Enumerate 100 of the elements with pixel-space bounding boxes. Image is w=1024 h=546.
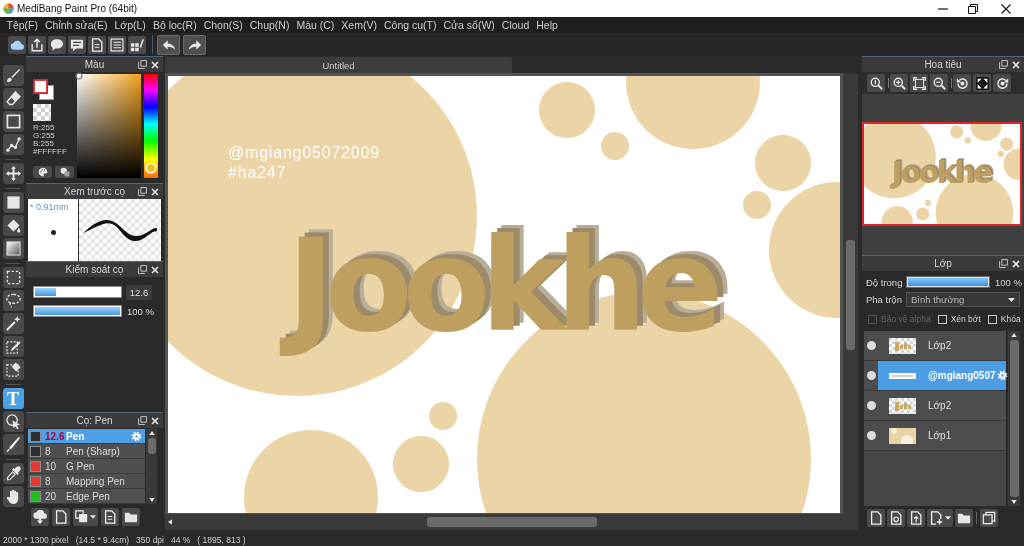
brush-item[interactable]: 8 Mapping Pen <box>28 474 145 489</box>
select-eraser-tool-button[interactable] <box>2 359 24 380</box>
foreground-color-swatch-icon[interactable] <box>33 79 48 94</box>
undock-icon[interactable] <box>138 60 147 69</box>
scrollbar[interactable] <box>146 429 157 504</box>
list-button[interactable] <box>108 35 126 54</box>
document-tab[interactable]: Untitled <box>165 57 512 73</box>
zoom-out-button[interactable] <box>930 74 948 92</box>
color-set-button[interactable] <box>55 166 74 178</box>
transparent-swatch-icon[interactable] <box>33 104 51 121</box>
brush-item[interactable]: 20 Edge Pen <box>28 489 145 504</box>
pointer-tool-button[interactable] <box>2 411 24 432</box>
scrollbar-thumb[interactable] <box>1009 340 1019 497</box>
speech-bubble-button[interactable] <box>48 35 66 54</box>
hue-slider[interactable] <box>144 74 158 178</box>
duplicate-button[interactable] <box>980 508 998 527</box>
cloud-download-button[interactable] <box>31 507 49 526</box>
zoom-in-button[interactable] <box>890 74 908 92</box>
undock-icon[interactable] <box>999 259 1008 268</box>
menu-item[interactable]: Xem(V) <box>337 17 381 33</box>
color-marker-icon[interactable] <box>75 72 83 80</box>
color-field[interactable] <box>77 74 141 178</box>
zoom-reset-button[interactable] <box>867 74 885 92</box>
gradient-tool-button[interactable] <box>2 238 24 259</box>
undock-icon[interactable] <box>138 187 147 196</box>
gear-icon[interactable] <box>996 370 1008 381</box>
copy-button[interactable] <box>73 507 98 526</box>
document-button[interactable] <box>101 507 119 526</box>
undo-button[interactable] <box>157 34 180 55</box>
visibility-icon[interactable] <box>866 341 876 350</box>
hand-tool-button[interactable] <box>2 486 24 507</box>
scroll-up-icon[interactable] <box>148 431 155 435</box>
rectangle-tool-button[interactable] <box>2 111 24 132</box>
layer-item[interactable]: Lớp2 <box>864 331 1006 361</box>
fullscreen-button[interactable] <box>973 74 991 92</box>
rotate-right-button[interactable] <box>993 74 1011 92</box>
magic-wand-tool-button[interactable] <box>2 313 24 334</box>
move-tool-button[interactable] <box>2 163 24 184</box>
menu-item[interactable]: Lớp(L) <box>110 17 150 33</box>
scroll-left-icon[interactable] <box>168 519 172 525</box>
cloud-button[interactable] <box>8 35 26 54</box>
folder-button[interactable] <box>122 507 140 526</box>
select-tool-button[interactable] <box>2 267 24 288</box>
visibility-icon[interactable] <box>866 401 876 410</box>
grid-button[interactable] <box>128 35 146 54</box>
layer-item[interactable]: Lớp1 <box>864 421 1006 451</box>
menu-item[interactable]: Cửa sổ(W) <box>439 17 499 33</box>
eraser-tool-button[interactable] <box>2 88 24 109</box>
scrollbar-thumb[interactable] <box>427 517 597 527</box>
vertical-scrollbar[interactable] <box>843 73 858 514</box>
undock-icon[interactable] <box>999 60 1008 69</box>
scroll-up-icon[interactable] <box>1011 333 1017 337</box>
upload-button[interactable] <box>28 35 46 54</box>
visibility-icon[interactable] <box>866 431 876 440</box>
horizontal-scrollbar[interactable] <box>165 514 858 530</box>
eyedropper-tool-button[interactable] <box>2 463 24 484</box>
brush-tool-button[interactable] <box>2 65 24 86</box>
rotate-left-button[interactable] <box>953 74 971 92</box>
brush-item[interactable]: 8 Pen (Sharp) <box>28 444 145 459</box>
folder-button[interactable] <box>955 508 973 527</box>
new-page-button[interactable] <box>867 508 885 527</box>
blend-mode-dropdown[interactable]: Bình thường <box>906 292 1020 307</box>
scrollbar[interactable] <box>1008 331 1020 506</box>
scroll-down-icon[interactable] <box>1011 500 1017 504</box>
undock-icon[interactable] <box>138 265 147 274</box>
frame-button[interactable] <box>910 74 928 92</box>
minimize-icon[interactable] <box>938 7 948 10</box>
palette-button[interactable] <box>33 166 52 178</box>
page-upload-button[interactable] <box>907 508 925 527</box>
polyline-tool-button[interactable] <box>2 134 24 155</box>
menu-item[interactable]: Chụp(N) <box>246 17 293 33</box>
scroll-down-icon[interactable] <box>148 498 155 502</box>
layer-item[interactable]: Lớp2 <box>864 391 1006 421</box>
menu-item[interactable]: Chỉnh sửa(E) <box>41 17 111 33</box>
hue-slider-thumb[interactable] <box>145 161 157 174</box>
maximize-icon[interactable] <box>968 3 978 14</box>
add-page-button[interactable] <box>927 508 953 527</box>
checkbox[interactable] <box>937 314 947 324</box>
comment-button[interactable] <box>68 35 86 54</box>
new-page-button[interactable] <box>52 507 70 526</box>
brush-item[interactable]: 10 G Pen <box>28 459 145 474</box>
scrollbar-thumb[interactable] <box>846 240 855 350</box>
page-circle-button[interactable] <box>887 508 905 527</box>
slider-track[interactable] <box>33 286 122 298</box>
menu-item[interactable]: Bộ lọc(R) <box>149 17 201 33</box>
select-pen-tool-button[interactable] <box>2 336 24 357</box>
page-button[interactable] <box>88 35 106 54</box>
redo-button[interactable] <box>183 34 206 55</box>
visibility-icon[interactable] <box>866 371 876 380</box>
menu-item[interactable]: Cloud <box>498 17 533 33</box>
filled-rectangle-tool-button[interactable] <box>2 192 24 213</box>
blade-tool-button[interactable] <box>2 434 24 455</box>
menu-item[interactable]: Công cụ(T) <box>380 17 440 33</box>
menu-item[interactable]: Chọn(S) <box>200 17 247 33</box>
value-field[interactable]: 12.6 <box>126 284 152 300</box>
menu-item[interactable]: Màu (C) <box>292 17 338 33</box>
close-icon[interactable] <box>1001 3 1011 14</box>
lasso-tool-button[interactable] <box>2 290 24 311</box>
bucket-tool-button[interactable] <box>2 215 24 236</box>
checkbox[interactable] <box>987 314 997 324</box>
